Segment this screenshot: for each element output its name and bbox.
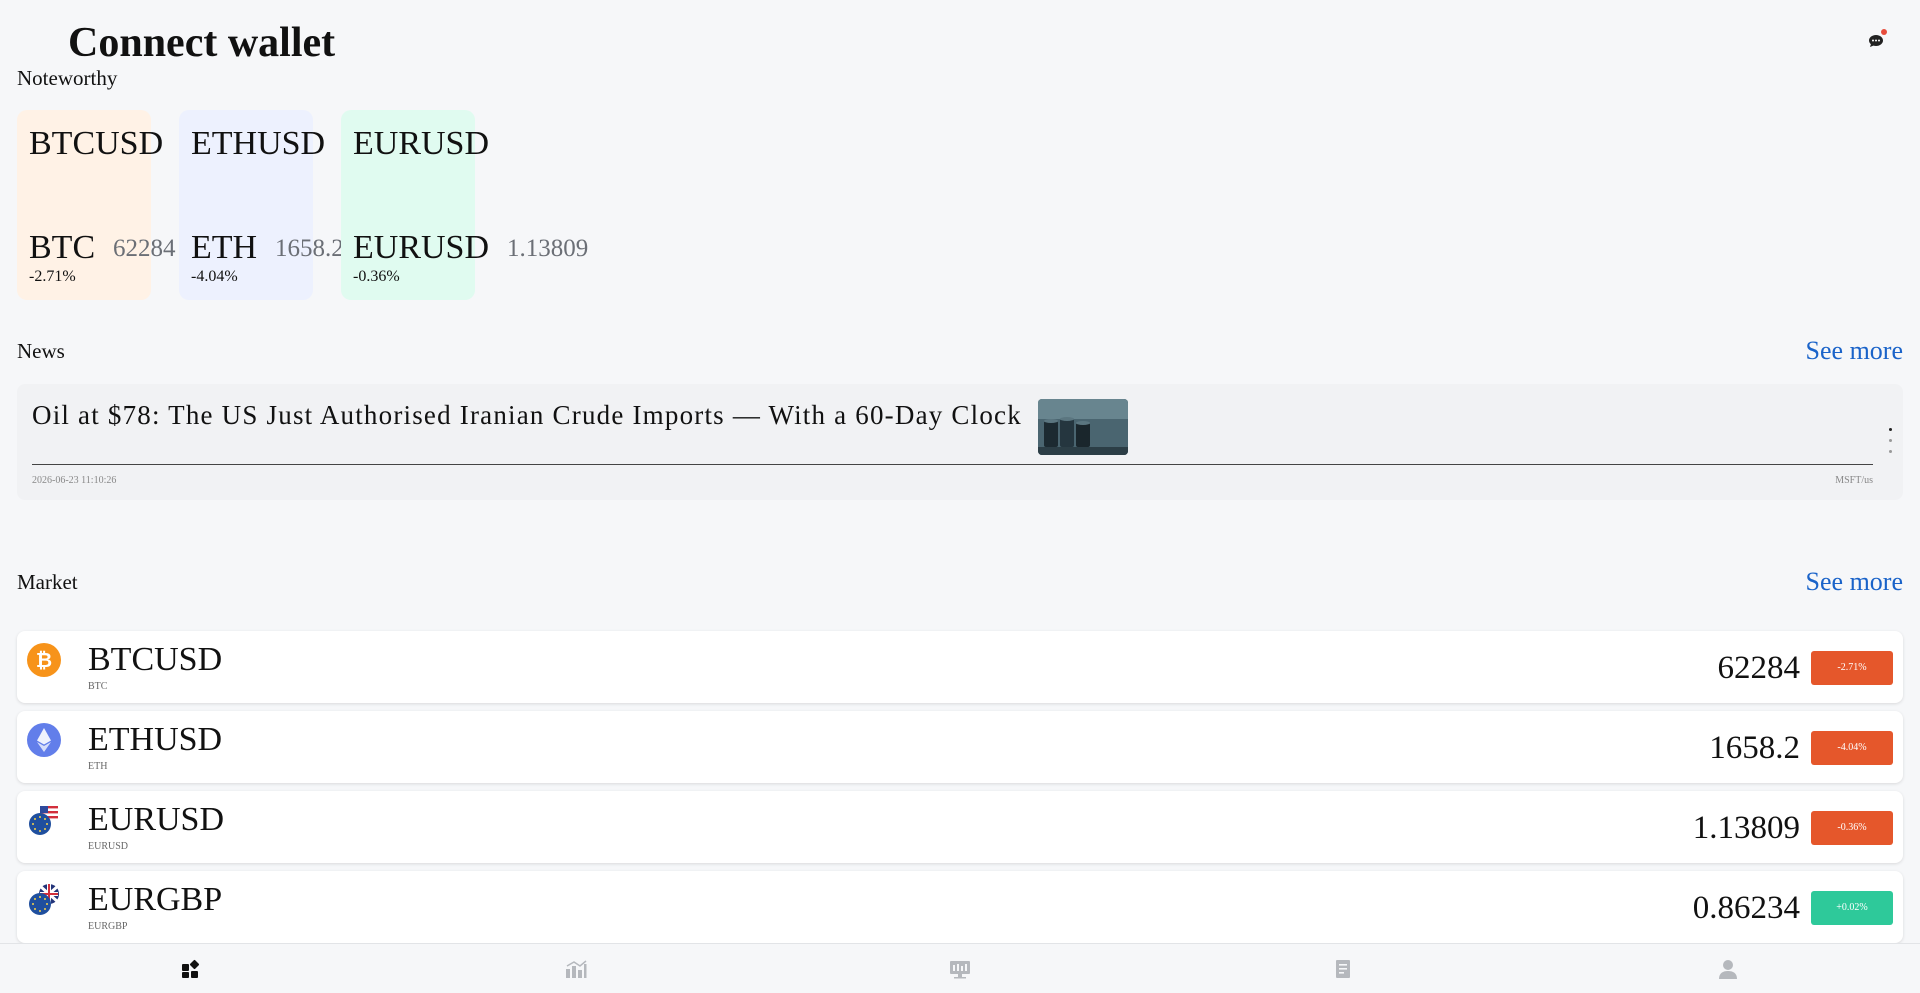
card-symbol: EURUSD xyxy=(353,125,490,162)
bitcoin-icon: ₿ xyxy=(27,643,61,677)
card-price: 1.13809 xyxy=(507,235,589,262)
market-price: 62284 xyxy=(1717,650,1801,686)
change-badge: -4.04% xyxy=(1811,731,1893,765)
eu-uk-flag-icon xyxy=(27,883,61,917)
market-symbol: EURGBP xyxy=(88,881,223,918)
card-base: EURUSD xyxy=(353,229,490,266)
card-price: 1658.2 xyxy=(275,235,344,262)
news-divider xyxy=(32,464,1873,465)
market-base: BTC xyxy=(88,681,108,692)
news-timestamp: 2026-06-23 11:10:26 xyxy=(32,475,117,486)
nav-profile-tab[interactable] xyxy=(1708,954,1748,984)
card-symbol: ETHUSD xyxy=(191,125,326,162)
notification-dot xyxy=(1881,29,1887,35)
home-dashboard-icon xyxy=(182,959,200,978)
news-see-more-link[interactable]: See more xyxy=(1806,335,1903,367)
card-change: -4.04% xyxy=(191,268,238,285)
trade-terminal-icon xyxy=(950,961,970,979)
market-label: Market xyxy=(17,570,78,594)
news-headline[interactable]: Oil at $78: The US Just Authorised Irani… xyxy=(32,397,1022,433)
market-row-eurgbp[interactable]: EURGBP EURGBP 0.86234 +0.02% xyxy=(17,871,1903,943)
market-price: 1.13809 xyxy=(1692,810,1800,846)
market-base: EURUSD xyxy=(88,841,129,852)
eu-us-flag-icon xyxy=(27,803,61,837)
card-symbol: BTCUSD xyxy=(29,125,164,162)
market-symbol: BTCUSD xyxy=(88,641,223,678)
nav-home-tab[interactable] xyxy=(171,954,211,984)
news-thumbnail-image[interactable] xyxy=(1038,399,1128,455)
app-page: Connect wallet Noteworthy BTCUSD BTC 622… xyxy=(0,0,1920,993)
market-chart-icon xyxy=(566,960,587,978)
market-base: EURGBP xyxy=(88,921,128,932)
news-source: MSFT/us xyxy=(1835,475,1873,486)
change-badge: -0.36% xyxy=(1811,811,1893,845)
chat-bubble-icon[interactable] xyxy=(1868,29,1887,49)
market-row-eurusd[interactable]: EURUSD EURUSD 1.13809 -0.36% xyxy=(17,791,1903,863)
svg-text:₿: ₿ xyxy=(36,648,52,672)
noteworthy-card-ethusd[interactable]: ETHUSD ETH 1658.2 -4.04% xyxy=(179,110,344,300)
card-change: -2.71% xyxy=(29,268,76,285)
market-row-ethusd[interactable]: ETHUSD ETH 1658.2 -4.04% xyxy=(17,711,1903,783)
news-label: News xyxy=(17,339,65,363)
nav-orders-tab[interactable] xyxy=(1323,954,1363,984)
orders-document-icon xyxy=(1336,960,1350,978)
market-price: 0.86234 xyxy=(1692,890,1800,926)
market-row-btcusd[interactable]: ₿ BTCUSD BTC 62284 -2.71% xyxy=(17,631,1903,703)
market-base: ETH xyxy=(88,761,108,772)
noteworthy-card-btcusd[interactable]: BTCUSD BTC 62284 -2.71% xyxy=(17,110,176,300)
market-symbol: ETHUSD xyxy=(88,721,223,758)
market-see-more-link[interactable]: See more xyxy=(1806,566,1903,598)
market-price: 1658.2 xyxy=(1709,730,1800,766)
market-symbol: EURUSD xyxy=(88,801,225,838)
card-price: 62284 xyxy=(113,235,176,262)
noteworthy-card-eurusd[interactable]: EURUSD EURUSD 1.13809 -0.36% xyxy=(341,110,588,300)
card-base: ETH xyxy=(191,229,258,266)
profile-user-icon xyxy=(1719,960,1737,979)
change-badge: +0.02% xyxy=(1811,891,1893,925)
more-options-icon[interactable] xyxy=(1887,428,1893,462)
news-item[interactable]: Oil at $78: The US Just Authorised Irani… xyxy=(17,384,1903,500)
nav-trade-tab[interactable] xyxy=(939,954,979,984)
bottom-nav xyxy=(0,943,1920,993)
card-change: -0.36% xyxy=(353,268,400,285)
card-base: BTC xyxy=(29,229,96,266)
change-badge: -2.71% xyxy=(1811,651,1893,685)
nav-market-tab[interactable] xyxy=(555,954,595,984)
noteworthy-label: Noteworthy xyxy=(17,66,118,90)
ethereum-icon xyxy=(27,723,61,757)
